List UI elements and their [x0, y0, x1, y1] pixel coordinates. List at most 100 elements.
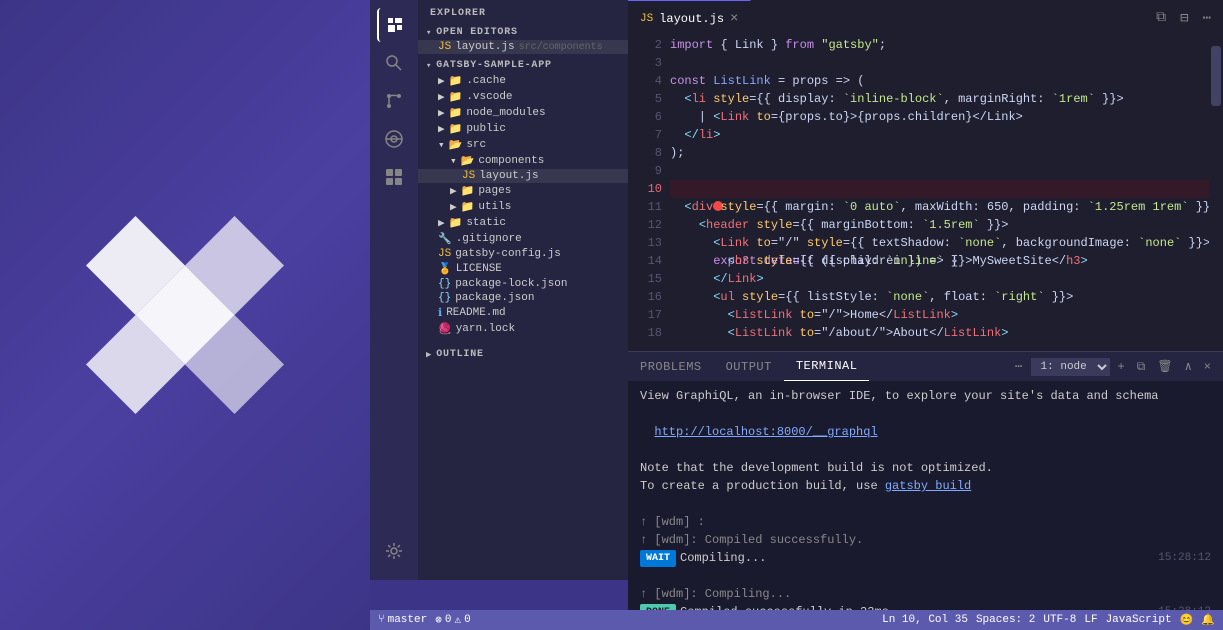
activity-bar: [370, 0, 418, 580]
line-num-2: 2: [628, 36, 662, 54]
vscode-logo-svg: [75, 205, 295, 425]
split-editor-icon[interactable]: ⧉: [1152, 8, 1170, 28]
sidebar-item-utils[interactable]: ▶ 📁 utils: [418, 199, 628, 215]
status-encoding[interactable]: UTF-8: [1043, 614, 1076, 626]
tab-close-icon[interactable]: ×: [730, 11, 738, 27]
sidebar-item-components[interactable]: ▾ 📂 components: [418, 153, 628, 169]
more-actions-icon[interactable]: ⋯: [1199, 8, 1215, 29]
kill-terminal-icon[interactable]: 🗑: [1153, 357, 1176, 376]
open-editors-title[interactable]: ▾ OPEN EDITORS: [418, 25, 628, 40]
extensions-activity-icon[interactable]: [377, 160, 411, 194]
terminal-line-blank1: [640, 405, 1211, 423]
sidebar-item-layout-js[interactable]: JS layout.js: [418, 169, 628, 183]
settings-activity-icon[interactable]: [377, 534, 411, 568]
toggle-panel-icon[interactable]: ⊟: [1176, 8, 1192, 29]
sidebar-item-node-modules[interactable]: ▶ 📁 node_modules: [418, 105, 628, 121]
debug-activity-icon[interactable]: [377, 122, 411, 156]
status-emoji[interactable]: 😊: [1180, 613, 1194, 627]
open-editor-layout-js[interactable]: JS layout.js src/components ×: [418, 40, 628, 54]
terminal-tab[interactable]: TERMINAL: [784, 352, 870, 381]
pages-arrow: ▶: [450, 184, 457, 198]
sidebar-item-static[interactable]: ▶ 📁 static: [418, 215, 628, 231]
open-editor-path: src/components: [519, 42, 603, 53]
gatsby-app-label: GATSBY-SAMPLE-APP: [436, 60, 552, 71]
terminal-selector[interactable]: 1: node: [1031, 358, 1110, 376]
utils-label: utils: [478, 201, 511, 213]
license-icon: 🏅: [438, 262, 452, 276]
sidebar-item-gitignore[interactable]: 🔧 .gitignore: [418, 231, 628, 247]
readme-icon: ℹ: [438, 306, 442, 320]
sidebar-item-src[interactable]: ▾ 📂 src: [418, 137, 628, 153]
code-line-5: <li style={{ display: `inline-block`, ma…: [670, 90, 1223, 108]
status-bell[interactable]: 🔔: [1201, 613, 1215, 627]
close-terminal-icon[interactable]: ×: [1200, 358, 1215, 376]
explorer-icon[interactable]: [377, 8, 411, 42]
bell-icon: 🔔: [1201, 613, 1215, 627]
sidebar-item-pages[interactable]: ▶ 📁 pages: [418, 183, 628, 199]
error-icon: ⊗: [435, 613, 442, 627]
public-arrow: ▶: [438, 122, 445, 136]
line-num-9: 9: [628, 162, 662, 180]
terminal-line-note: Note that the development build is not o…: [640, 459, 1211, 477]
gatsby-app-title[interactable]: ▾ GATSBY-SAMPLE-APP: [418, 58, 628, 73]
line-numbers: 2 3 4 5 6 7 8 9 10 11 12 13 14 15 16 17 …: [628, 36, 670, 351]
status-language[interactable]: JavaScript: [1106, 614, 1172, 626]
error-count: 0: [445, 614, 452, 626]
line-num-17: 17: [628, 306, 662, 324]
status-errors[interactable]: ⊗ 0 ⚠ 0: [435, 613, 470, 627]
package-lock-label: package-lock.json: [455, 278, 567, 290]
layout-js-label: layout.js: [479, 170, 538, 182]
sidebar-item-cache[interactable]: ▶ 📁 .cache: [418, 73, 628, 89]
sidebar-item-vscode[interactable]: ▶ 📁 .vscode: [418, 89, 628, 105]
sidebar-item-public[interactable]: ▶ 📁 public: [418, 121, 628, 137]
editor-scrollbar[interactable]: [1209, 36, 1223, 351]
components-label: components: [478, 155, 544, 167]
terminal-area: PROBLEMS OUTPUT TERMINAL ⋯ 1: node + ⧉ 🗑…: [628, 351, 1223, 610]
code-line-16: <ul style={{ listStyle: `none`, float: `…: [670, 288, 1223, 306]
gatsby-build-link[interactable]: gatsby build: [885, 477, 971, 495]
status-branch[interactable]: ⑂ master: [378, 614, 427, 626]
status-bar: ⑂ master ⊗ 0 ⚠ 0 Ln 10, Col 35 Spaces: 2…: [370, 610, 1223, 630]
output-tab[interactable]: OUTPUT: [714, 352, 784, 381]
collapse-terminal-icon[interactable]: ∧: [1181, 357, 1196, 376]
vscode-folder-icon: 📁: [449, 90, 463, 104]
pages-label: pages: [478, 185, 511, 197]
sidebar-item-readme[interactable]: ℹ README.md: [418, 305, 628, 321]
vscode-folder-label: .vscode: [466, 91, 512, 103]
source-control-activity-icon[interactable]: [377, 84, 411, 118]
line-ending-text: LF: [1084, 614, 1097, 626]
line-num-18: 18: [628, 324, 662, 342]
package-json-label: package.json: [455, 292, 534, 304]
sidebar: EXPLORER ▾ OPEN EDITORS JS layout.js src…: [418, 0, 628, 580]
outline-arrow: ▶: [426, 350, 432, 360]
sidebar-item-license[interactable]: 🏅 LICENSE: [418, 261, 628, 277]
branch-name: master: [388, 614, 428, 626]
terminal-line-wdm3: ↑ [wdm]: Compiling...: [640, 585, 1211, 603]
package-lock-icon: {}: [438, 278, 451, 290]
editor-tab-layout-js[interactable]: JS layout.js ×: [628, 0, 751, 36]
sidebar-item-package-json[interactable]: {} package.json: [418, 291, 628, 305]
vscode-logo-area: [0, 0, 370, 630]
sidebar-item-yarn-lock[interactable]: 🧶 yarn.lock: [418, 321, 628, 337]
status-line-ending[interactable]: LF: [1084, 614, 1097, 626]
graphql-url-link[interactable]: http://localhost:8000/__graphql: [654, 423, 877, 441]
code-line-3: [670, 54, 1223, 72]
problems-tab[interactable]: PROBLEMS: [628, 352, 714, 381]
line-num-6: 6: [628, 108, 662, 126]
outline-title[interactable]: ▶ OUTLINE: [418, 347, 628, 362]
split-terminal-icon[interactable]: ⧉: [1133, 358, 1150, 376]
sidebar-item-gatsby-config[interactable]: JS gatsby-config.js: [418, 247, 628, 261]
gatsby-app-arrow: ▾: [426, 61, 432, 71]
terminal-more-icon[interactable]: ⋯: [1011, 359, 1027, 374]
scrollbar-thumb[interactable]: [1211, 46, 1221, 106]
yarn-icon: 🧶: [438, 322, 452, 336]
status-position[interactable]: Ln 10, Col 35: [882, 614, 968, 626]
line-num-11: 11: [628, 198, 662, 216]
search-activity-icon[interactable]: [377, 46, 411, 80]
wdm-compiled1: ↑ [wdm]: Compiled successfully.: [640, 531, 863, 549]
sidebar-item-package-lock[interactable]: {} package-lock.json: [418, 277, 628, 291]
status-spaces[interactable]: Spaces: 2: [976, 614, 1035, 626]
terminal-content: View GraphiQL, an in-browser IDE, to exp…: [628, 381, 1223, 610]
open-editors-arrow: ▾: [426, 28, 432, 38]
add-terminal-icon[interactable]: +: [1114, 358, 1129, 376]
